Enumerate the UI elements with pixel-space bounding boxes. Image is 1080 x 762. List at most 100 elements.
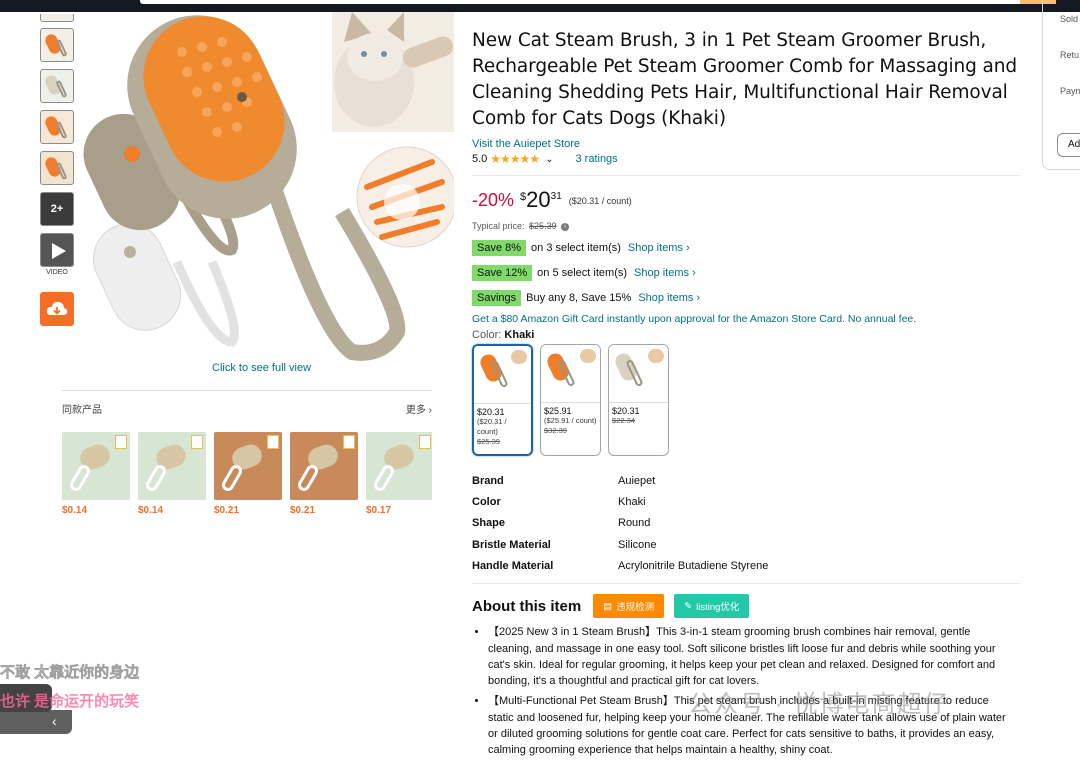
video-subtitle-1: 不敢 太靠近你的身边 xyxy=(0,664,140,682)
swatch-unit-price: ($25.91 / count) xyxy=(544,416,597,425)
spec-row: Color Khaki xyxy=(472,491,1020,512)
click-full-view-link[interactable]: Click to see full view xyxy=(212,362,311,374)
color-swatch-3[interactable]: $20.31 $22.34 xyxy=(608,344,669,456)
similar-product-card[interactable]: $0.14 xyxy=(62,432,130,516)
promo-row: Save 8% on 3 select item(s) Shop items › xyxy=(472,240,1020,256)
badge-icon xyxy=(419,435,431,449)
info-icon[interactable]: i xyxy=(561,222,570,231)
similar-product-image[interactable] xyxy=(366,432,432,500)
top-nav-bar xyxy=(0,0,1080,12)
promo-tag: Savings xyxy=(472,290,522,306)
spec-key: Handle Material xyxy=(472,559,554,572)
cat-photo xyxy=(332,12,454,132)
swatch-unit-price: ($20.31 / count) xyxy=(477,417,507,436)
color-swatches: $20.31 ($20.31 / count) $25.39 $25.91 ($… xyxy=(472,344,1020,456)
more-images-thumbnail[interactable]: 2+ xyxy=(40,192,74,226)
badge-icon xyxy=(191,435,203,449)
spec-row: Handle Material Acrylonitrile Butadiene … xyxy=(472,555,1020,576)
shop-items-link[interactable]: Shop items › xyxy=(628,242,690,254)
badge-icon xyxy=(267,435,279,449)
color-swatch-1[interactable]: $20.31 ($20.31 / count) $25.39 xyxy=(472,344,533,456)
swatch-price: $25.91 xyxy=(544,406,572,416)
similar-product-price: $0.17 xyxy=(366,505,392,516)
promo-row: Save 12% on 5 select item(s) Shop items … xyxy=(472,265,1020,281)
similar-product-price: $0.21 xyxy=(290,505,316,516)
promo-text: on 5 select item(s) xyxy=(537,267,628,279)
price-fraction: 31 xyxy=(550,191,562,202)
sold-by-label: Sold xyxy=(1060,14,1079,24)
thumbnail-2[interactable] xyxy=(40,28,74,62)
cloud-download-button[interactable] xyxy=(40,292,74,326)
spec-value: Khaki xyxy=(618,495,646,508)
watermark: 公众号 · 悦博电商超仔 xyxy=(688,691,950,718)
ratings-count-link[interactable]: 3 ratings xyxy=(575,153,617,165)
shop-items-link[interactable]: Shop items › xyxy=(634,267,696,279)
product-title: New Cat Steam Brush, 3 in 1 Pet Steam Gr… xyxy=(472,30,1018,129)
violation-check-button[interactable]: ▤ 违规检测 xyxy=(593,594,665,619)
color-label: Color: Khaki xyxy=(472,329,535,341)
similar-products: 同款产品 更多 › $0.14 $0.14 $0.21 $0.21 $0.17 xyxy=(62,390,432,516)
thumbnail-3[interactable] xyxy=(40,69,74,103)
thumbnail-5[interactable] xyxy=(40,151,74,185)
spec-key: Shape xyxy=(472,517,506,530)
badge-icon xyxy=(343,435,355,449)
video-thumbnail[interactable] xyxy=(40,233,74,267)
similar-product-image[interactable] xyxy=(138,432,206,500)
similar-product-image[interactable] xyxy=(62,432,130,500)
thumbnail-strip: 2+ VIDEO xyxy=(40,14,76,326)
bristle-closeup xyxy=(356,146,454,248)
similar-product-card[interactable]: $0.21 xyxy=(214,432,282,516)
discount-percent: -20% xyxy=(472,190,515,210)
gift-card-offer[interactable]: Get a $80 Amazon Gift Card instantly upo… xyxy=(472,313,1020,325)
similar-title: 同款产品 xyxy=(62,405,102,416)
search-input[interactable] xyxy=(140,0,1030,4)
play-icon xyxy=(52,243,66,259)
similar-product-card[interactable]: $0.17 xyxy=(366,432,432,516)
star-rating-icon[interactable]: ★★★★★ xyxy=(490,152,540,166)
about-title: About this item xyxy=(472,597,582,615)
chevron-down-icon[interactable]: ⌄ xyxy=(545,154,553,165)
color-value: Khaki xyxy=(504,329,535,341)
promo-text: on 3 select item(s) xyxy=(531,242,621,254)
swatch-price: $20.31 xyxy=(612,406,640,416)
rating-value: 5.0 xyxy=(472,153,488,165)
similar-more-link[interactable]: 更多 › xyxy=(406,401,432,416)
add-to-list-button[interactable]: Ad xyxy=(1057,133,1080,157)
spec-key: Bristle Material xyxy=(472,538,551,551)
edit-icon: ✎ xyxy=(684,600,693,612)
unit-price: ($20.31 / count) xyxy=(568,196,632,206)
similar-product-image[interactable] xyxy=(290,432,358,500)
thumbnail-4[interactable] xyxy=(40,110,74,144)
listing-optimize-button[interactable]: ✎ listing优化 xyxy=(674,594,750,619)
price-row: -20% $ 20 31 ($20.31 / count) xyxy=(472,187,1020,212)
swatch-old-price: $25.39 xyxy=(477,437,500,446)
promo-text: Buy any 8, Save 15% xyxy=(526,292,632,304)
similar-product-image[interactable] xyxy=(214,432,282,500)
spec-row: Shape Round xyxy=(472,513,1020,534)
spec-key: Brand xyxy=(472,474,504,487)
product-detail: New Cat Steam Brush, 3 in 1 Pet Steam Gr… xyxy=(472,28,1020,762)
swatch-price: $20.31 xyxy=(477,407,505,417)
cloud-download-icon xyxy=(46,301,68,315)
spec-row: Brand Auiepet xyxy=(472,470,1020,491)
shop-items-link[interactable]: Shop items › xyxy=(638,292,700,304)
promo-row: Savings Buy any 8, Save 15% Shop items › xyxy=(472,290,1020,306)
collapse-widget-button[interactable]: ‹ xyxy=(0,710,72,734)
document-icon: ▤ xyxy=(603,600,613,612)
color-swatch-2[interactable]: $25.91 ($25.91 / count) $32.39 xyxy=(540,344,601,456)
spec-value: Acrylonitrile Butadiene Styrene xyxy=(618,559,769,572)
similar-product-card[interactable]: $0.21 xyxy=(290,432,358,516)
payment-label: Paym xyxy=(1060,86,1080,96)
thumbnail-1[interactable] xyxy=(40,14,74,22)
similar-product-card[interactable]: $0.14 xyxy=(138,432,206,516)
store-link[interactable]: Visit the Auiepet Store xyxy=(472,138,1020,150)
chevron-left-icon: ‹ xyxy=(52,713,57,729)
typical-price: Typical price: $25.39 i xyxy=(472,221,1020,231)
spec-key: Color xyxy=(472,495,501,508)
spec-value: Silicone xyxy=(618,538,657,551)
main-product-image[interactable] xyxy=(82,12,454,362)
video-label: VIDEO xyxy=(46,269,68,276)
buy-box: Sold Retu Paym Ad xyxy=(1042,0,1080,170)
price-whole: 20 xyxy=(526,187,551,212)
spec-table: Brand Auiepet Color Khaki Shape Round Brist… xyxy=(472,470,1020,585)
